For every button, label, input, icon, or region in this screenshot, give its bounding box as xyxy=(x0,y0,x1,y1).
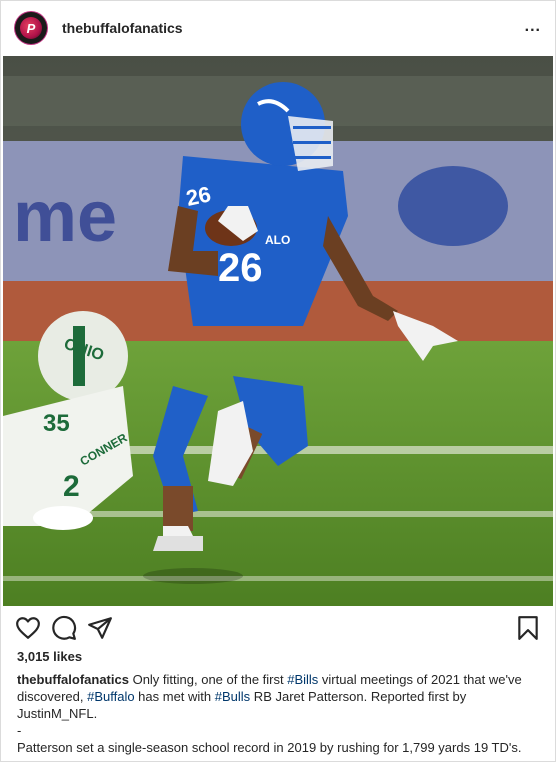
banner-text: me xyxy=(13,177,117,257)
caption-text: Only fitting, one of the first xyxy=(128,672,288,687)
hashtag-link[interactable]: #Buffalo xyxy=(87,689,134,704)
post-caption: thebuffalofanatics Only fitting, one of … xyxy=(17,671,537,761)
heart-icon[interactable] xyxy=(15,615,41,641)
caption-dash: - xyxy=(17,723,22,738)
caption-text: has met with xyxy=(134,689,215,704)
caption-paragraph-3: — xyxy=(17,756,537,761)
caption-username[interactable]: thebuffalofanatics xyxy=(17,672,129,687)
share-icon[interactable] xyxy=(87,615,113,641)
more-options-icon[interactable]: ... xyxy=(525,18,541,36)
defender-back-number: 2 xyxy=(63,470,80,503)
caption-paragraph-2: Patterson set a single-season school rec… xyxy=(17,740,522,755)
post-header: P thebuffalofanatics ... xyxy=(1,1,555,56)
post-photo[interactable]: me OHIO 35 CONNER 2 26 26 ALO xyxy=(3,56,553,606)
action-bar xyxy=(1,607,555,647)
defender-number: 35 xyxy=(43,410,70,437)
runner-chest-text: ALO xyxy=(265,233,290,247)
runner-sleeve-number: 26 xyxy=(184,181,213,211)
hashtag-link[interactable]: #Bulls xyxy=(215,689,250,704)
avatar[interactable]: P xyxy=(15,12,47,44)
instagram-post: P thebuffalofanatics ... me OHIO 35 CONN… xyxy=(0,0,556,762)
like-count[interactable]: 3,015 likes xyxy=(17,649,82,664)
post-username[interactable]: thebuffalofanatics xyxy=(62,20,183,36)
avatar-logo: P xyxy=(20,17,42,39)
bookmark-icon[interactable] xyxy=(515,615,541,641)
runner-jersey-number: 26 xyxy=(218,246,263,290)
hashtag-link[interactable]: #Bills xyxy=(287,672,318,687)
comment-icon[interactable] xyxy=(51,615,77,641)
caption-paragraph-1: thebuffalofanatics Only fitting, one of … xyxy=(17,671,537,722)
football-photo-illustration: me OHIO 35 CONNER 2 26 26 ALO xyxy=(3,56,553,606)
